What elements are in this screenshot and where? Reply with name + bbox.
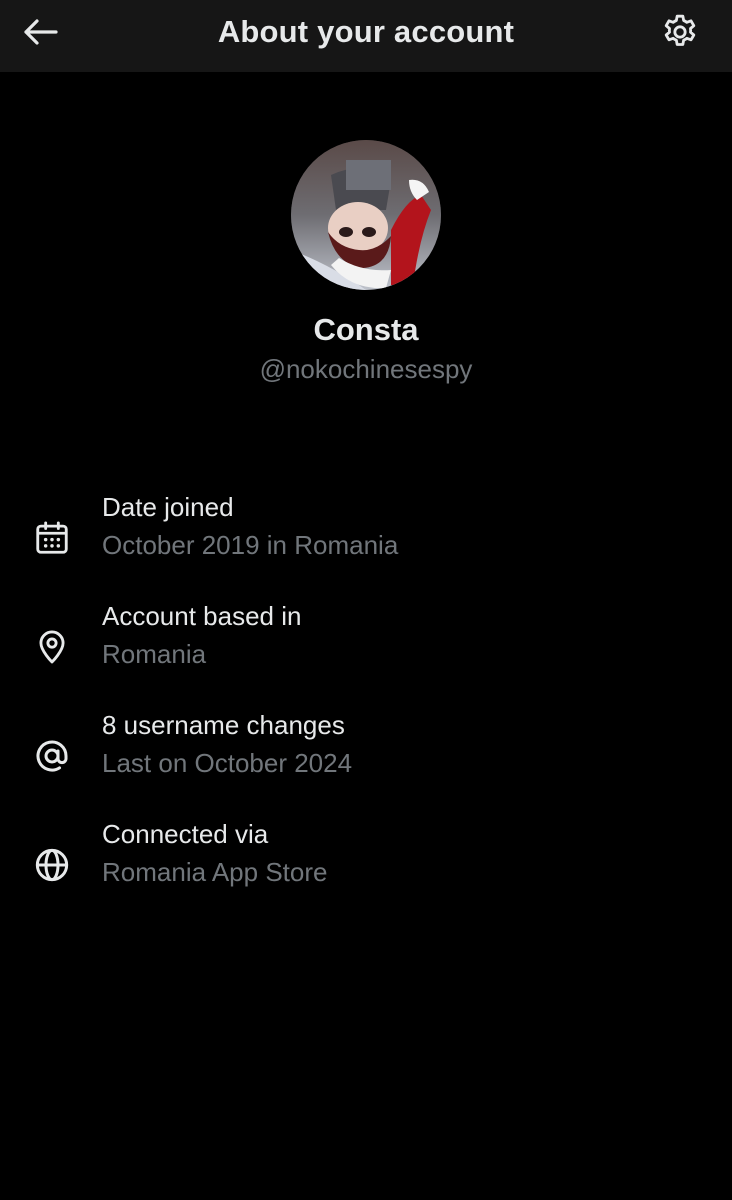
globe-icon [30,843,74,887]
username-handle: @nokochinesespy [259,354,473,384]
info-value: Last on October 2024 [102,748,353,778]
info-label: Date joined [102,492,234,522]
info-value: Romania App Store [102,857,328,887]
info-label: 8 username changes [102,710,345,740]
avatar[interactable] [291,140,441,290]
info-value: Romania [102,639,207,669]
info-row-account-based-in: Account based in Romania [0,601,732,689]
at-sign-icon [30,734,74,778]
display-name: Consta [313,312,419,347]
gear-icon [664,14,696,46]
settings-button[interactable] [654,8,706,56]
info-label: Connected via [102,819,269,849]
info-row-date-joined: Date joined October 2019 in Romania [0,492,732,580]
info-row-username-changes: 8 username changes Last on October 2024 [0,710,732,798]
info-label: Account based in [102,601,302,631]
avatar-image [291,140,441,290]
location-pin-icon [30,625,74,669]
page-title: About your account [217,14,515,49]
top-bar: About your account [0,0,732,72]
calendar-icon [30,516,74,560]
info-value: October 2019 in Romania [102,530,399,560]
info-row-connected-via: Connected via Romania App Store [0,819,732,907]
